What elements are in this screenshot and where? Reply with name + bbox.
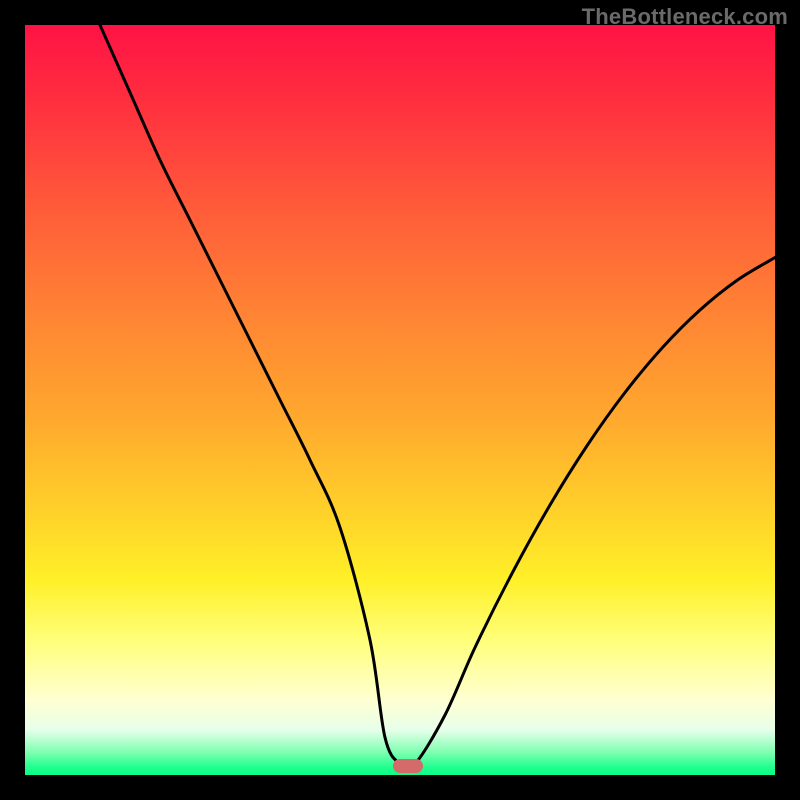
curve-svg [25,25,775,775]
watermark-text: TheBottleneck.com [582,4,788,30]
bottleneck-curve-path [100,25,775,769]
plot-area [25,25,775,775]
optimal-marker [393,759,423,773]
chart-frame: TheBottleneck.com [0,0,800,800]
